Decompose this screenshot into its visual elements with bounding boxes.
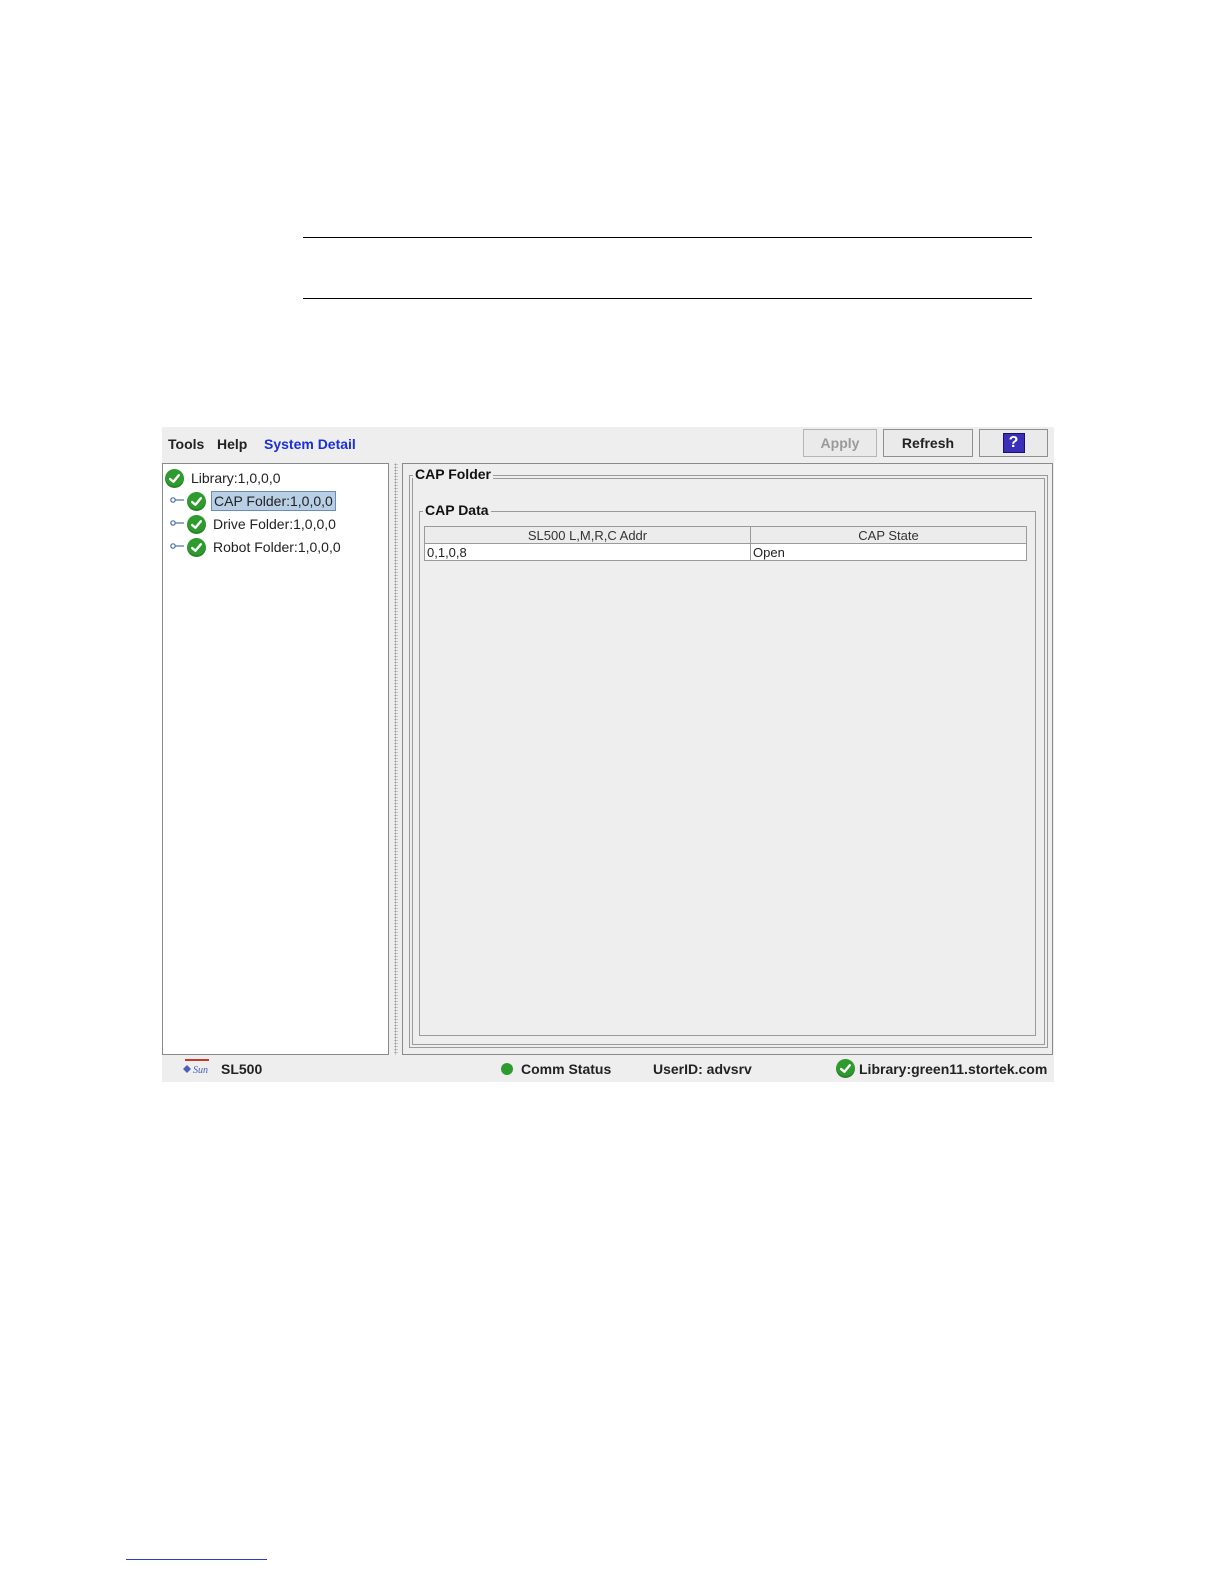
check-icon (187, 514, 206, 534)
library-status-icon (836, 1059, 855, 1078)
svg-text:Sun: Sun (193, 1065, 208, 1076)
tree-connector-icon (170, 543, 184, 549)
panel-title: CAP Folder (413, 466, 493, 482)
check-icon (187, 491, 206, 511)
comm-status-label: Comm Status (521, 1061, 612, 1077)
tree-item-label: CAP Folder:1,0,0,0 (211, 491, 336, 511)
cap-data-group: CAP Data SL500 L,M,R,C Addr CAP State 0,… (419, 502, 1036, 1036)
cap-folder-group: CAP Folder CAP Data SL500 L,M,R,C Addr C… (409, 466, 1048, 1048)
check-icon (165, 468, 184, 488)
help-button[interactable]: ? (979, 429, 1048, 457)
help-icon: ? (1002, 433, 1025, 453)
split-pane-divider[interactable] (391, 463, 401, 1055)
header-rule-bottom (303, 298, 1032, 299)
detail-panel: CAP Folder CAP Data SL500 L,M,R,C Addr C… (402, 463, 1053, 1055)
status-bar: Sun SL500 Comm Status UserID: advsrv Lib… (162, 1055, 1054, 1082)
group-title: CAP Data (423, 502, 491, 518)
tree-item-robot-folder[interactable]: Robot Folder:1,0,0,0 (187, 536, 343, 558)
apply-button[interactable]: Apply (803, 429, 877, 457)
splitter-grip (394, 463, 398, 1055)
menu-system-detail[interactable]: System Detail (264, 436, 356, 452)
navigation-tree: Library:1,0,0,0 CAP Folder:1,0,0,0 Drive… (162, 463, 389, 1055)
cap-data-table: SL500 L,M,R,C Addr CAP State 0,1,0,8 Ope… (424, 526, 1027, 561)
tree-item-label: Robot Folder:1,0,0,0 (213, 539, 341, 555)
tree-item-label: Library:1,0,0,0 (191, 470, 281, 486)
app-window: Tools Help System Detail Apply Refresh ?… (162, 427, 1054, 1082)
tree-item-drive-folder[interactable]: Drive Folder:1,0,0,0 (187, 513, 338, 535)
menu-tools[interactable]: Tools (168, 436, 204, 452)
column-header-cap-state[interactable]: CAP State (750, 526, 1027, 544)
comm-status-icon (501, 1063, 513, 1075)
tree-item-label: Drive Folder:1,0,0,0 (213, 516, 336, 532)
tree-connector-icon (170, 497, 184, 503)
menu-help[interactable]: Help (217, 436, 247, 452)
tree-item-cap-folder[interactable]: CAP Folder:1,0,0,0 (187, 490, 336, 512)
table-header-row: SL500 L,M,R,C Addr CAP State (424, 526, 1027, 544)
column-header-address[interactable]: SL500 L,M,R,C Addr (424, 526, 751, 544)
refresh-button[interactable]: Refresh (883, 429, 973, 457)
check-icon (187, 537, 206, 557)
footer-link-underline (126, 1559, 267, 1560)
user-id: UserID: advsrv (653, 1061, 752, 1077)
library-name: Library:green11.stortek.com (859, 1061, 1048, 1077)
product-name: SL500 (221, 1061, 263, 1077)
table-cell-address: 0,1,0,8 (424, 543, 751, 561)
sun-logo-icon: Sun (183, 1059, 209, 1076)
header-rule-top (303, 237, 1032, 238)
table-cell-cap-state: Open (750, 543, 1027, 561)
menubar: Tools Help System Detail Apply Refresh ? (162, 427, 1054, 463)
table-row[interactable]: 0,1,0,8 Open (424, 543, 1027, 561)
tree-item-library[interactable]: Library:1,0,0,0 (165, 467, 283, 489)
tree-connector-icon (170, 520, 184, 526)
